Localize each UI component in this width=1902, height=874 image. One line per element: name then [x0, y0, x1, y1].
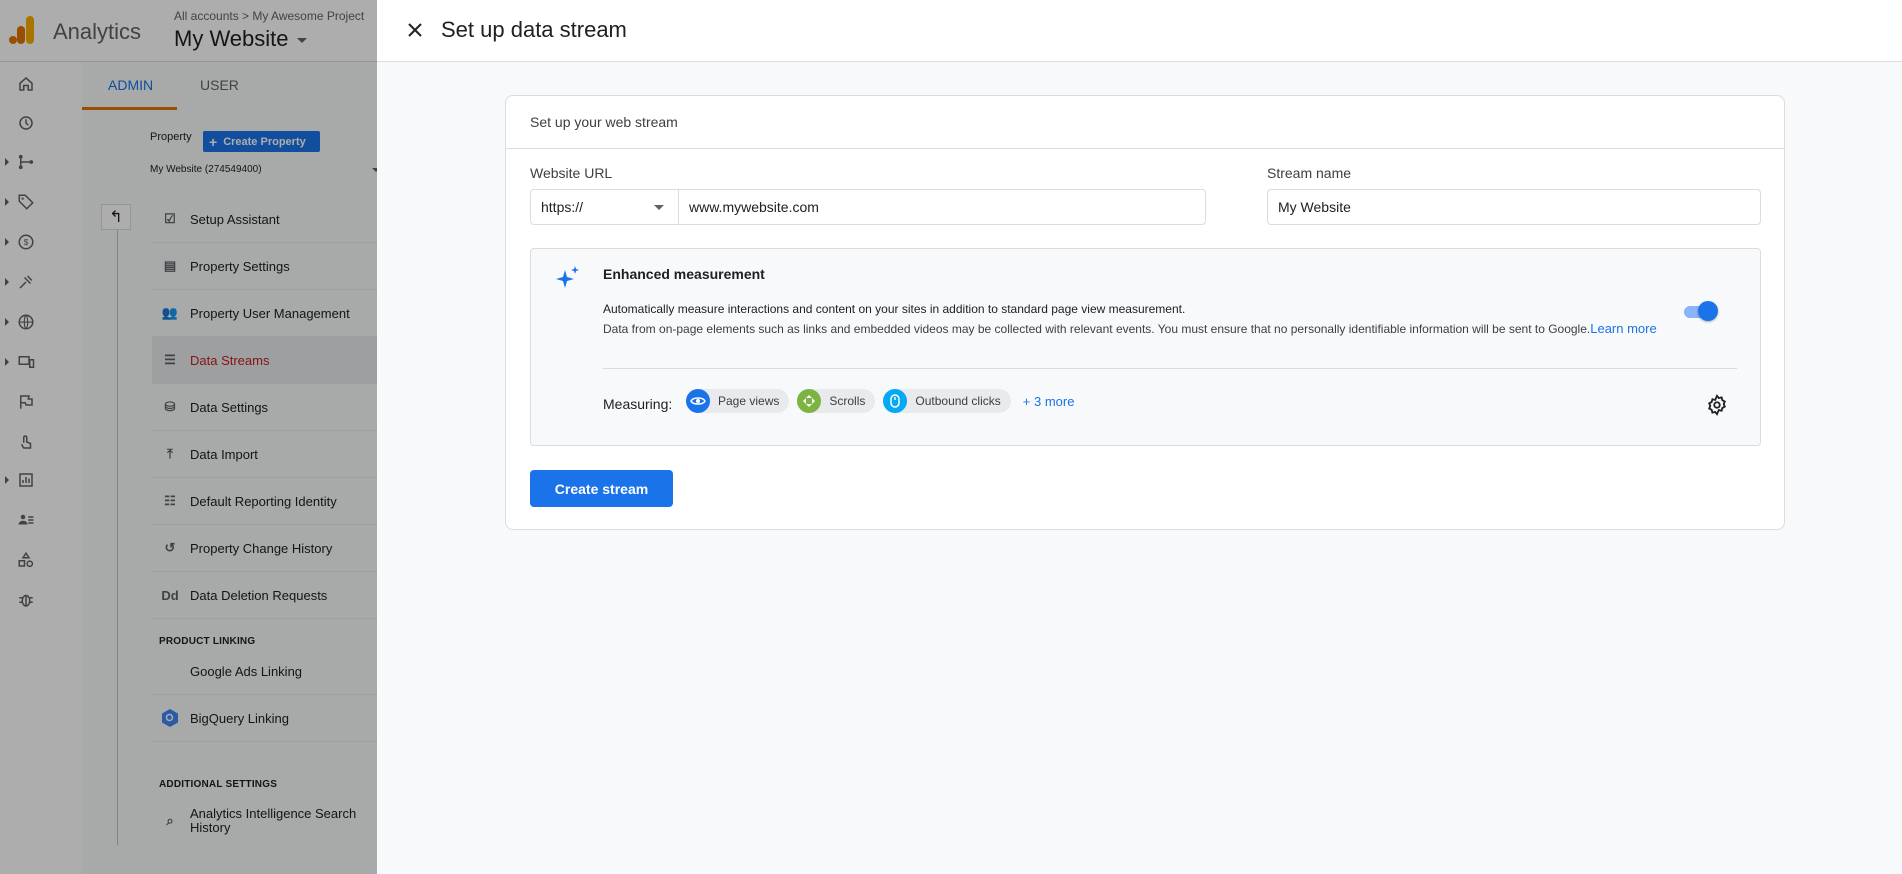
gear-icon[interactable] — [1706, 394, 1728, 416]
card-header: Set up your web stream — [506, 96, 1784, 149]
website-url-input[interactable] — [679, 190, 1205, 224]
chip-page-views: Page views — [686, 389, 790, 413]
drawer-title: Set up data stream — [441, 17, 627, 42]
scroll-icon — [797, 389, 822, 413]
measuring-chips: Page views Scrolls Outbound clicks + 3 m… — [686, 389, 1074, 413]
stream-name-input[interactable] — [1267, 189, 1761, 225]
web-stream-card: Set up your web stream Website URL https… — [505, 95, 1785, 530]
enhanced-measurement-note: Data from on-page elements such as links… — [603, 319, 1663, 339]
chip-outbound-clicks: Outbound clicks — [883, 389, 1011, 413]
card-title: Set up your web stream — [530, 114, 678, 130]
sparkle-icon — [556, 266, 579, 288]
enhanced-measurement-panel: Enhanced measurement Automatically measu… — [530, 248, 1761, 446]
more-measurements-link[interactable]: + 3 more — [1023, 394, 1075, 409]
enhanced-measurement-note-text: Data from on-page elements such as links… — [603, 322, 1591, 336]
toggle-knob — [1698, 301, 1718, 321]
learn-more-link[interactable]: Learn more — [1590, 321, 1656, 336]
chip-label: Outbound clicks — [915, 394, 1001, 408]
website-url-label: Website URL — [530, 165, 613, 181]
enhanced-measurement-title: Enhanced measurement — [603, 266, 765, 282]
chip-scrolls: Scrolls — [797, 389, 876, 413]
measuring-label: Measuring: — [603, 396, 673, 412]
chip-label: Scrolls — [829, 394, 866, 408]
drawer-header: Set up data stream — [377, 0, 1902, 62]
close-button[interactable] — [404, 19, 426, 41]
eye-icon — [686, 389, 710, 413]
protocol-value: https:// — [541, 199, 584, 215]
enhanced-measurement-description: Automatically measure interactions and c… — [603, 302, 1186, 316]
chip-label: Page views — [718, 394, 780, 408]
stream-name-label: Stream name — [1267, 165, 1352, 181]
website-url-group: https:// — [530, 189, 1206, 225]
setup-data-stream-drawer: Set up data stream Set up your web strea… — [377, 0, 1902, 874]
protocol-select[interactable]: https:// — [531, 190, 679, 224]
divider — [603, 368, 1737, 369]
enhanced-measurement-toggle[interactable] — [1684, 301, 1718, 321]
create-stream-button[interactable]: Create stream — [530, 470, 673, 507]
close-icon — [408, 23, 422, 37]
mouse-icon — [883, 389, 908, 413]
chevron-down-icon — [654, 205, 664, 210]
